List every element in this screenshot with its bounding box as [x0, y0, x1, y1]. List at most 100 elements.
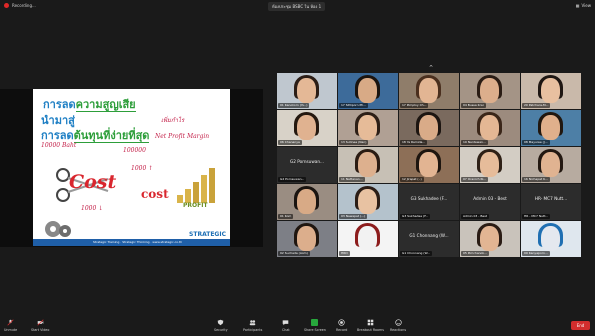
participant-video-face	[297, 78, 316, 103]
participant-name-label: G3 Sukhadee (F...	[400, 214, 431, 219]
participant-tile[interactable]: 08 Mayuree (J...	[521, 110, 581, 146]
participant-video-face	[358, 189, 377, 214]
participant-tile[interactable]: 09 Kanyaporn...	[521, 221, 581, 257]
handwritten-note: 100000	[123, 147, 146, 154]
start-video-button[interactable]: Start Video	[31, 319, 49, 335]
handwritten-note: 1000 ↓	[81, 205, 104, 212]
grid-icon: ▦	[575, 3, 580, 8]
participant-tile[interactable]: 19 Nantawan...	[460, 110, 520, 146]
participant-display-name: Admin 03 - Best	[473, 196, 507, 201]
slide-footer: Strategic Training · Strategic Thinking …	[33, 239, 230, 246]
start-video-label: Start Video	[31, 328, 50, 332]
participant-tile[interactable]: 03 Nawapat (...)	[338, 184, 398, 220]
participant-tile[interactable]: 06 Chananya	[277, 110, 337, 146]
recording-label: Recording...	[12, 3, 36, 8]
participant-name-label: 09 Kanyaporn...	[522, 251, 550, 256]
handwritten-note: 1000 ↑	[131, 165, 154, 172]
participant-name-label: 04 Bussa Krai	[461, 103, 486, 108]
participant-video-face	[541, 152, 560, 177]
participant-video-face	[419, 78, 438, 103]
participant-display-name: HR- MC7 Nutt...	[534, 196, 568, 201]
participant-gallery: 01 Kanokorn (Yu..) 17 Sittiporn Ph... 17 P…	[277, 73, 582, 259]
participant-name-label: 17 Sittiporn Ph...	[339, 103, 369, 108]
participant-video-face	[480, 226, 499, 251]
participant-tile[interactable]: 18 Ya Ramida...	[399, 110, 459, 146]
breakout-rooms-label: Breakout Rooms	[357, 328, 384, 332]
participant-tile[interactable]: 11 Nattanan...	[338, 147, 398, 183]
participant-tile[interactable]: HRD	[338, 221, 398, 257]
share-screen-button[interactable]: Share Screen	[304, 319, 326, 335]
participant-name-label: 01 Kanokorn (Yu..)	[278, 103, 310, 108]
security-button[interactable]: Security	[214, 319, 228, 335]
participant-tile[interactable]: 05 Pimchanok...	[460, 221, 520, 257]
presentation-slide: การลดความสูญเสีย นำมาสู่ การลดต้นทุนที่ง…	[33, 89, 230, 246]
chat-icon	[283, 320, 289, 326]
cost-word-art: Cost	[69, 171, 117, 193]
profit-word-art: PROFIT	[183, 202, 208, 209]
participant-video-face	[541, 226, 560, 251]
participant-name-label: 11 Nattanan...	[339, 177, 365, 182]
shield-icon	[217, 319, 224, 326]
participant-tile[interactable]: 01 Kanokorn (Yu..)	[277, 73, 337, 109]
record-button[interactable]: Record	[336, 319, 347, 335]
share-screen-label: Share Screen	[304, 328, 326, 332]
participant-video-face	[480, 78, 499, 103]
participant-name-label: 03 Nawapat (...)	[339, 214, 368, 219]
participant-tile[interactable]: Admin 03 - Best Admin 03 - Best	[460, 184, 520, 220]
reactions-label: Reactions	[390, 328, 407, 332]
participant-tile[interactable]: G2 Pornsuwan... G2 Pornsuwan...	[277, 147, 337, 183]
participant-video-face	[358, 152, 377, 177]
chat-button[interactable]: Chat	[282, 319, 290, 335]
participant-video-face	[419, 115, 438, 140]
participant-video-face	[358, 78, 377, 103]
participant-tile[interactable]: 12 Jirapat (..)	[399, 147, 459, 183]
participant-tile[interactable]: 13 Sutinee (Nan)	[338, 110, 398, 146]
participant-video-face	[358, 226, 377, 251]
meeting-title[interactable]: ห้องประชุม BSBC ใน ห้อง 1	[268, 2, 326, 11]
breakout-rooms-button[interactable]: Breakout Rooms	[357, 319, 384, 335]
handwritten-note: เพิ่มกำไร	[161, 117, 185, 124]
participant-name-label: Admin 03 - Best	[461, 214, 489, 219]
participant-name-label: 01 Kom	[278, 214, 294, 219]
participant-display-name: G1 Chonnang (W...	[409, 233, 449, 238]
recording-indicator[interactable]: Recording...	[4, 3, 36, 8]
unmute-label: Unmute	[4, 328, 18, 332]
participant-tile[interactable]: 16 Nichapat K...	[521, 147, 581, 183]
participant-name-label: 18 Ya Ramida...	[400, 140, 428, 145]
record-dot-icon	[4, 3, 9, 8]
cost-word-art-small: cost	[141, 187, 169, 201]
end-meeting-button[interactable]: End	[571, 321, 590, 330]
participant-tile[interactable]: G1 Chonnang (W... G1 Chonnang (W...	[399, 221, 459, 257]
chevron-up-icon[interactable]: ⌃	[424, 64, 438, 72]
participant-tile[interactable]: 07 Oranich Ri...	[460, 147, 520, 183]
strategic-logo: STRATEGIC	[189, 231, 226, 238]
participant-tile[interactable]: G3 Sukhadee (F... G3 Sukhadee (F...	[399, 184, 459, 220]
participant-display-name: G3 Sukhadee (F...	[410, 196, 448, 201]
participants-label: Participants	[243, 328, 263, 332]
participant-tile[interactable]: 17 Pimploy Ch...	[399, 73, 459, 109]
participant-video-face	[358, 115, 377, 140]
record-label: Record	[336, 328, 348, 332]
view-button[interactable]: ▦ View	[576, 3, 591, 8]
participant-name-label: 02 Suchada (Aom)	[278, 251, 310, 256]
participant-tile[interactable]: 02 Suchada (Aom)	[277, 221, 337, 257]
unmute-button[interactable]: Unmute	[4, 319, 17, 335]
participant-tile[interactable]: 20 Patchara-M...	[521, 73, 581, 109]
participants-icon	[249, 320, 256, 326]
view-label: View	[581, 3, 592, 8]
chat-label: Chat	[282, 328, 290, 332]
handwritten-note: Net Profit Margin	[155, 133, 210, 140]
participant-tile[interactable]: 01 Kom	[277, 184, 337, 220]
participant-display-name: G2 Pornsuwan...	[290, 159, 324, 164]
participant-name-label: 17 Pimploy Ch...	[400, 103, 429, 108]
meeting-toolbar: Unmute Start Video Security Participants…	[0, 318, 595, 336]
participant-name-label: 06 Chananya	[278, 140, 302, 145]
participants-button[interactable]: Participants	[243, 319, 262, 335]
participant-tile[interactable]: HR- MC7 Nutt... HR - MC7 Nutt...	[521, 184, 581, 220]
reactions-button[interactable]: Reactions	[390, 319, 406, 335]
participant-tile[interactable]: 04 Bussa Krai	[460, 73, 520, 109]
record-icon	[338, 319, 345, 326]
video-off-icon	[37, 319, 44, 326]
participant-name-label: G2 Pornsuwan...	[278, 177, 307, 182]
participant-tile[interactable]: 17 Sittiporn Ph...	[338, 73, 398, 109]
